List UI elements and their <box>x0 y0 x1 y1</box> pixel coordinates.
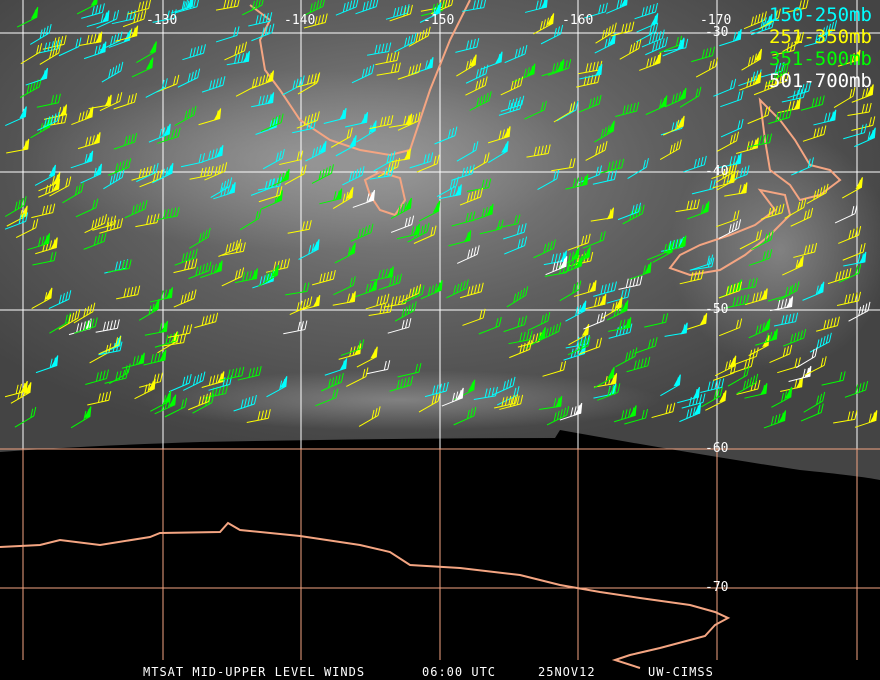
legend-351-500: 351-500mb <box>769 48 872 70</box>
lat-label: -30 <box>705 25 729 40</box>
caption-time: 06:00 UTC <box>422 665 497 679</box>
legend-251-350: 251-350mb <box>769 26 872 48</box>
coast-antarctica <box>0 521 731 669</box>
lat-label: -70 <box>705 580 729 595</box>
lon-label: -130 <box>146 13 178 28</box>
lat-label: -60 <box>705 441 729 456</box>
caption-bar: MTSAT MID-UPPER LEVEL WINDS 06:00 UTC 25… <box>0 665 880 679</box>
legend-501-700: 501-700mb <box>769 70 872 92</box>
lat-label: -40 <box>705 164 729 179</box>
cloud-band <box>140 370 660 430</box>
legend-150-250: 150-250mb <box>769 4 872 26</box>
satellite-map: -130 -140 -150 -160 -170 -30 -40 -50 -60… <box>0 0 880 680</box>
caption-title: MTSAT MID-UPPER LEVEL WINDS <box>143 665 366 679</box>
caption-date: 25NOV12 <box>538 665 596 679</box>
lat-label: -50 <box>705 302 729 317</box>
lon-label: -150 <box>423 13 455 28</box>
lon-label: -160 <box>562 13 594 28</box>
lon-label: -140 <box>284 13 316 28</box>
caption-source: UW-CIMSS <box>648 665 714 679</box>
map-canvas <box>0 0 880 669</box>
